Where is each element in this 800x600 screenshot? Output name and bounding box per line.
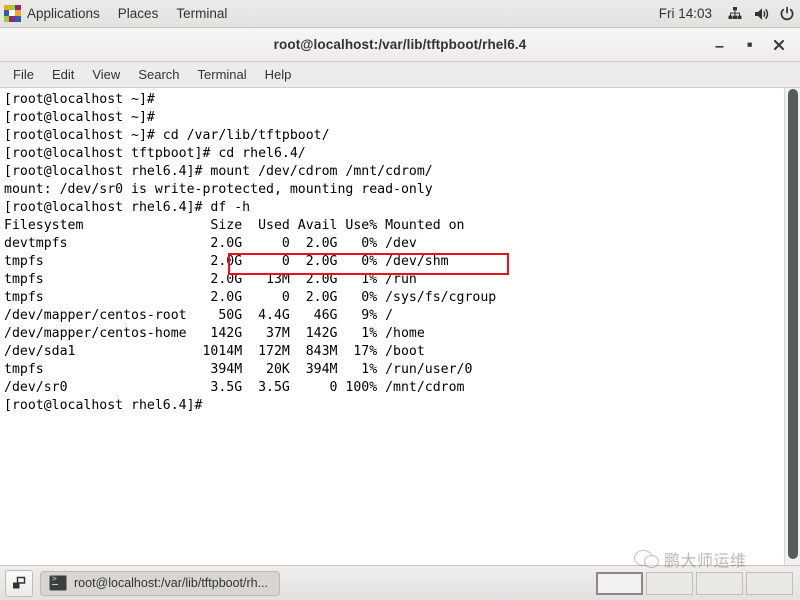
maximize-button[interactable] (734, 28, 764, 61)
taskbar-window-button-label: root@localhost:/var/lib/tftpboot/rh... (74, 576, 269, 590)
gnome-top-panel: Applications Places Terminal Fri 14:03 (0, 0, 800, 28)
places-menu[interactable]: Places (109, 0, 168, 28)
command-highlight-box (228, 253, 509, 275)
workspace-switcher (596, 571, 793, 595)
taskbar-window-button[interactable]: root@localhost:/var/lib/tftpboot/rh... (40, 570, 280, 596)
menu-item-help-label: Help (264, 67, 292, 82)
menu-item-terminal-label: Terminal (197, 67, 247, 82)
clock[interactable]: Fri 14:03 (649, 6, 722, 21)
power-icon[interactable] (774, 0, 800, 28)
minimize-button[interactable] (704, 28, 734, 61)
workspace-4[interactable] (746, 571, 793, 595)
close-button[interactable] (764, 28, 794, 61)
network-icon[interactable] (722, 0, 748, 28)
menu-item-file-label: File (13, 67, 34, 82)
menu-item-terminal[interactable]: Terminal (189, 64, 256, 85)
menu-item-view[interactable]: View (83, 64, 129, 85)
menu-bar: File Edit View Search Terminal Help (0, 62, 800, 88)
menu-item-search-label: Search (138, 67, 180, 82)
menu-item-edit[interactable]: Edit (43, 64, 83, 85)
desktop-screen: Applications Places Terminal Fri 14:03 r… (0, 0, 800, 600)
terminal-scrollbar[interactable] (784, 88, 800, 565)
menu-item-edit-label: Edit (51, 67, 75, 82)
terminal-icon (49, 574, 67, 591)
bottom-taskbar: root@localhost:/var/lib/tftpboot/rh... (0, 565, 800, 600)
volume-icon[interactable] (748, 0, 774, 28)
window-title: root@localhost:/var/lib/tftpboot/rhel6.4 (273, 37, 527, 52)
terminal-app-menu-label: Terminal (176, 6, 228, 21)
show-desktop-button[interactable] (5, 569, 33, 597)
menu-item-search[interactable]: Search (129, 64, 188, 85)
window-titlebar[interactable]: root@localhost:/var/lib/tftpboot/rhel6.4 (0, 28, 800, 62)
terminal-text-area[interactable]: [root@localhost ~]# [root@localhost ~]# … (0, 88, 800, 565)
centos-pinwheel-logo-icon (4, 5, 21, 22)
menu-item-file[interactable]: File (4, 64, 43, 85)
terminal-scrollbar-thumb[interactable] (788, 89, 798, 559)
workspace-1[interactable] (596, 571, 643, 595)
menu-item-view-label: View (92, 67, 121, 82)
menu-item-help[interactable]: Help (256, 64, 301, 85)
applications-menu[interactable]: Applications (0, 0, 109, 28)
places-menu-label: Places (117, 6, 159, 21)
workspace-3[interactable] (696, 571, 743, 595)
terminal-window: root@localhost:/var/lib/tftpboot/rhel6.4 (0, 28, 800, 565)
applications-menu-label: Applications (27, 6, 100, 21)
window-controls (704, 28, 794, 61)
workspace-2[interactable] (646, 571, 693, 595)
terminal-app-menu[interactable]: Terminal (167, 0, 236, 28)
